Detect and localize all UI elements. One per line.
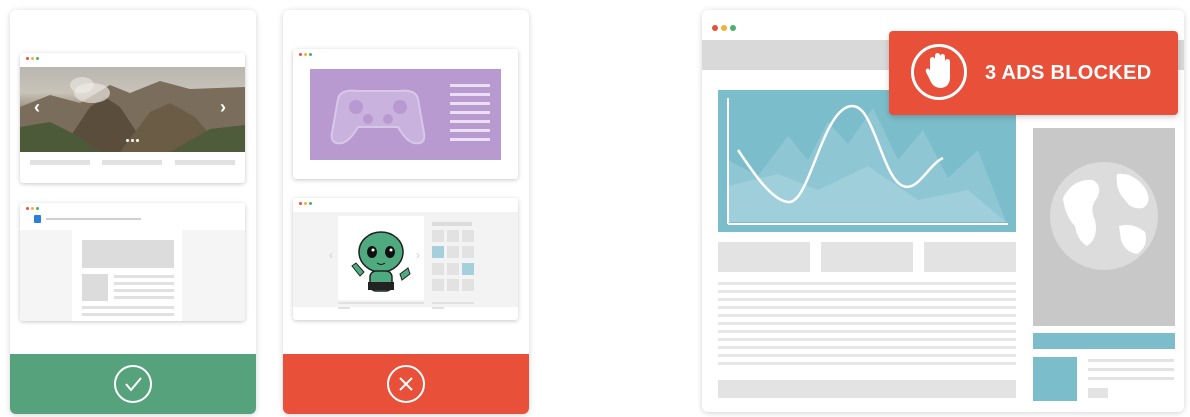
window-dots	[712, 25, 738, 31]
carousel-prev-icon[interactable]: ‹	[329, 248, 333, 262]
caption-bar	[338, 302, 424, 304]
settings-list	[450, 84, 490, 141]
carousel-next-icon[interactable]: ›	[416, 248, 420, 262]
article-thumb	[82, 274, 108, 301]
x-circle-icon	[387, 365, 425, 403]
url-bar	[46, 218, 141, 220]
content-block	[924, 242, 1016, 272]
tile-grid	[432, 222, 472, 230]
text-line	[1088, 359, 1174, 362]
window-dots	[299, 202, 314, 206]
text-line	[114, 275, 174, 278]
text-line	[114, 289, 174, 292]
text-line	[82, 306, 174, 309]
footer-block	[718, 380, 1016, 398]
caption-bar	[432, 302, 474, 304]
text-line	[1088, 368, 1174, 371]
ads-blocked-text: 3 ADS BLOCKED	[985, 62, 1152, 84]
text-line	[1088, 388, 1108, 398]
popup-character-ad-example: ‹ ›	[293, 198, 518, 320]
caption-dots	[338, 307, 350, 309]
carousel-pagination[interactable]	[126, 139, 141, 152]
sidebar-accent-bar	[1033, 333, 1175, 349]
gamepad-banner	[310, 69, 501, 160]
content-block	[821, 242, 913, 272]
carousel-next-icon[interactable]: ›	[220, 97, 226, 118]
article-header-image	[82, 240, 174, 268]
caption-dots	[432, 307, 444, 309]
checkmark-circle-icon	[114, 365, 152, 403]
caption-bar	[102, 160, 162, 165]
text-article-ad-example	[20, 203, 245, 321]
stop-hand-icon	[911, 44, 967, 100]
thumbnail-grid	[432, 230, 474, 292]
caption-bar	[30, 160, 90, 165]
accepted-footer	[10, 354, 256, 414]
text-line	[114, 282, 174, 285]
window-dots	[299, 53, 314, 57]
landscape-image: ‹ ›	[20, 67, 245, 152]
alien-ad-panel	[338, 216, 424, 300]
rejected-footer	[283, 354, 529, 414]
carousel-ad-example: ‹ ›	[20, 53, 245, 183]
rejected-ads-card: ‹ ›	[283, 10, 529, 414]
gamepad-ad-example	[293, 49, 518, 179]
article-text-block	[718, 282, 1016, 370]
ads-blocked-badge: 3 ADS BLOCKED	[889, 31, 1178, 115]
caption-bar	[175, 160, 235, 165]
site-favicon-icon	[34, 215, 41, 223]
carousel-prev-icon[interactable]: ‹	[34, 97, 40, 118]
acceptable-ads-card: ‹ ›	[10, 10, 256, 414]
window-dots	[26, 207, 41, 211]
text-line	[114, 296, 174, 299]
globe-sidebar-panel	[1033, 128, 1175, 326]
sidebar-thumb	[1033, 357, 1077, 401]
content-block	[718, 242, 810, 272]
window-dots	[26, 57, 41, 61]
text-line	[82, 313, 174, 316]
text-line	[1088, 377, 1174, 380]
